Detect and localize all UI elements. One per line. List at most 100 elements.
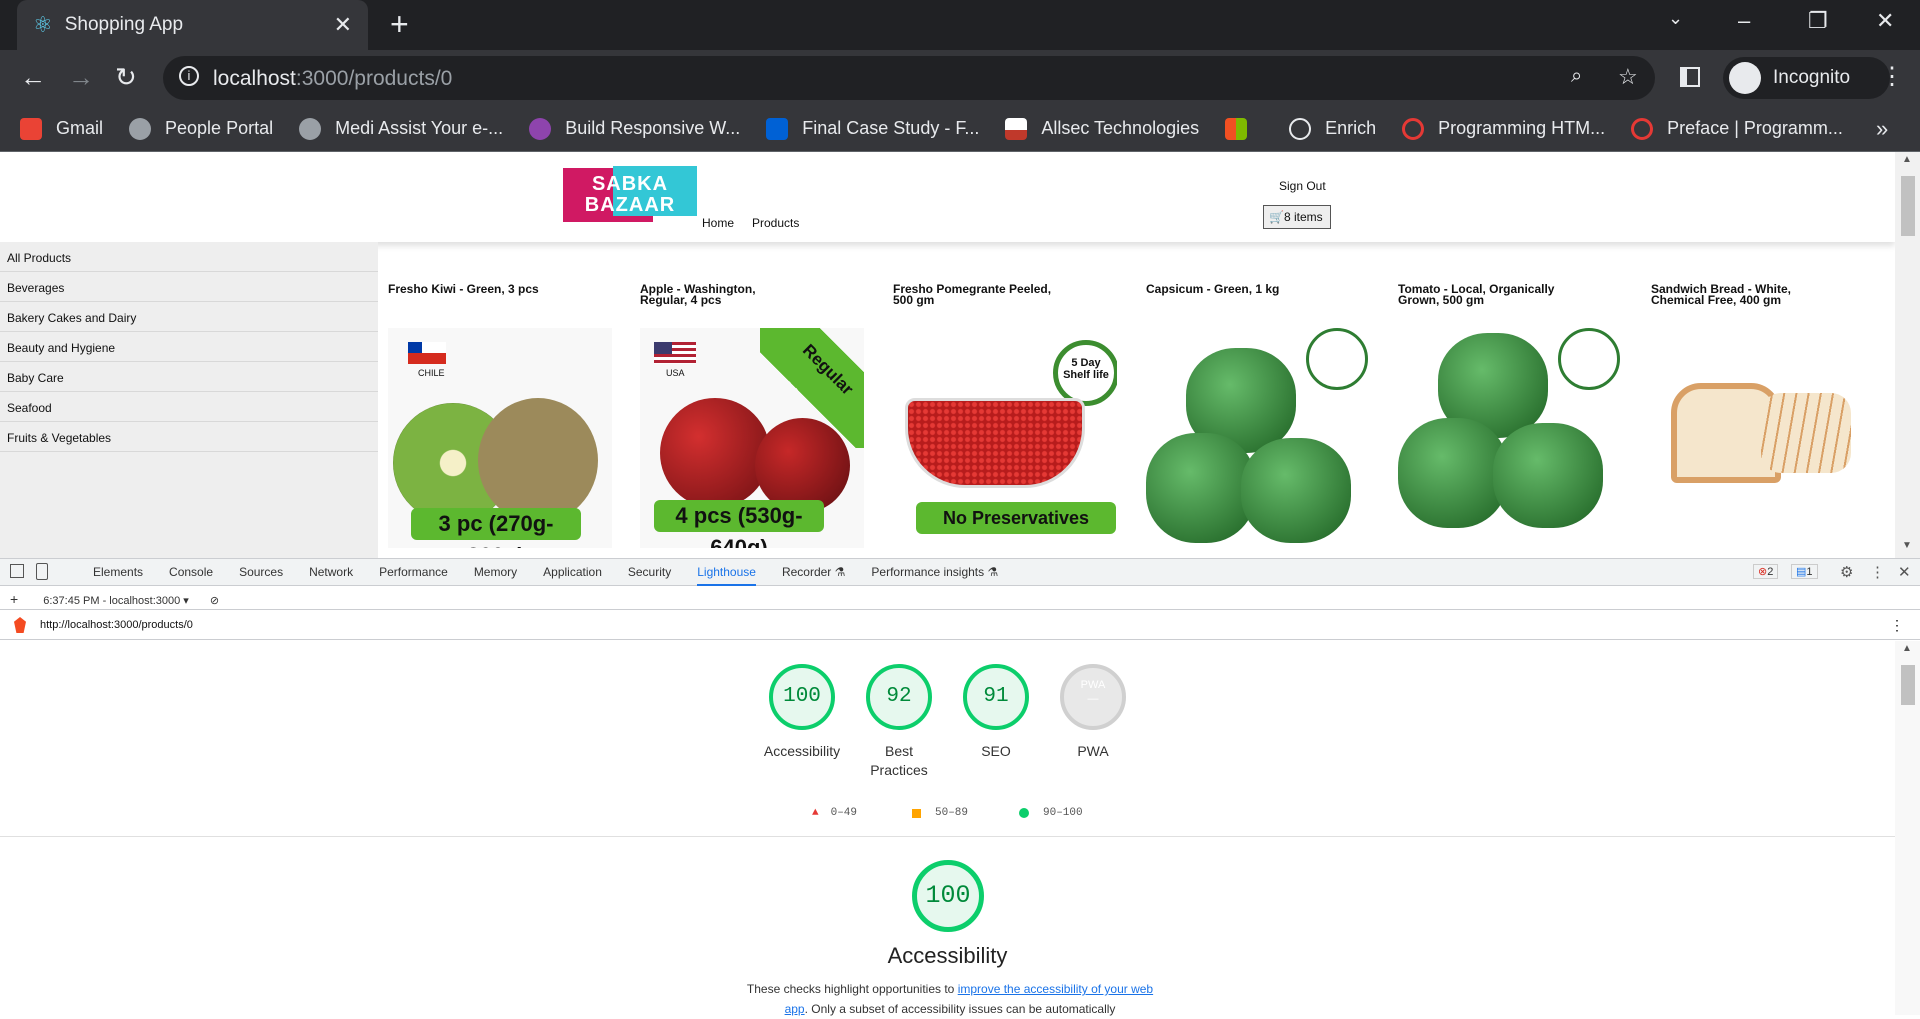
product-card[interactable]: Fresho Pomegrante Peeled, 500 gm 5 Day S… <box>883 283 1119 548</box>
close-devtools-icon[interactable]: ✕ <box>1898 563 1911 581</box>
bookmark-star-icon[interactable]: ☆ <box>1618 64 1638 90</box>
devtools-tab-security[interactable]: Security <box>628 559 671 586</box>
close-window-button[interactable]: ✕ <box>1876 8 1894 34</box>
sign-out-link[interactable]: Sign Out <box>1279 179 1326 193</box>
bookmark-build-responsive[interactable]: Build Responsive W... <box>529 117 740 140</box>
devtools-tab-recorder[interactable]: Recorder ⚗ <box>782 559 845 586</box>
inspect-element-icon[interactable] <box>10 564 24 578</box>
cart-button[interactable]: 🛒8 items <box>1263 205 1331 229</box>
bookmark-microsoft[interactable] <box>1225 117 1263 140</box>
product-image: 5 Day Shelf life No Preservatives <box>893 328 1117 548</box>
sabka-bazaar-logo[interactable]: SABKA BAZAAR <box>563 166 697 224</box>
report-menu-icon[interactable]: ⋮ <box>1890 617 1904 634</box>
nav-home-link[interactable]: Home <box>702 216 734 230</box>
product-card[interactable]: Apple - Washington, Regular, 4 pcs USA R… <box>630 283 866 548</box>
bookmark-people-portal[interactable]: People Portal <box>129 117 273 140</box>
devtools-tab-performance[interactable]: Performance <box>379 559 448 586</box>
score-gauge-seo[interactable]: 91 SEO <box>948 664 1044 761</box>
clear-reports-icon[interactable]: ⊘ <box>210 595 219 607</box>
product-card[interactable]: Tomato - Local, Organically Grown, 500 g… <box>1388 283 1624 548</box>
product-card[interactable]: Capsicum - Green, 1 kg <box>1136 282 1372 548</box>
score-gauge-best-practices[interactable]: 92 Best Practices <box>851 664 947 780</box>
report-selector[interactable]: 6:37:45 PM - localhost:3000 ▾ <box>43 595 189 607</box>
message-count-badge[interactable]: ▤1 <box>1791 564 1818 579</box>
site-info-icon[interactable]: i <box>179 66 199 86</box>
tab-search-icon[interactable]: ⌄ <box>1668 8 1683 29</box>
product-image <box>1651 328 1875 548</box>
browser-tab[interactable]: ⚛ Shopping App ✕ <box>17 0 368 50</box>
bookmark-allsec[interactable]: Allsec Technologies <box>1005 117 1199 140</box>
devtools-scrollbar[interactable]: ▲ <box>1895 641 1920 1015</box>
device-toolbar-icon[interactable] <box>36 563 48 580</box>
report-url[interactable]: http://localhost:3000/products/0 <box>40 619 193 631</box>
scroll-down-icon[interactable]: ▼ <box>1902 540 1912 551</box>
address-bar[interactable]: i localhost:3000/products/0 ⌕ ☆ <box>163 56 1655 100</box>
devtools-tab-elements[interactable]: Elements <box>93 559 143 586</box>
devtools-tab-sources[interactable]: Sources <box>239 559 283 586</box>
react-icon: ⚛ <box>33 12 53 37</box>
bookmarks-overflow-button[interactable]: » <box>1876 116 1888 142</box>
settings-gear-icon[interactable]: ⚙ <box>1840 563 1853 581</box>
bookmark-gmail[interactable]: Gmail <box>20 117 104 140</box>
score-gauge-pwa[interactable]: PWA — PWA <box>1045 664 1141 761</box>
new-report-icon[interactable]: + <box>10 591 18 607</box>
category-item[interactable]: Seafood <box>0 392 378 422</box>
tab-strip: ⚛ Shopping App ✕ + ⌄ – ❐ ✕ <box>0 0 1920 50</box>
score-label: SEO <box>981 743 1011 759</box>
nav-products-link[interactable]: Products <box>752 216 799 230</box>
bookmark-medi-assist[interactable]: Medi Assist Your e-... <box>299 117 503 140</box>
error-count-badge[interactable]: ⊗2 <box>1753 564 1779 579</box>
minimize-button[interactable]: – <box>1738 8 1750 34</box>
score-gauge-accessibility[interactable]: 100 Accessibility <box>754 664 850 761</box>
zoom-icon[interactable]: ⌕ <box>1571 65 1582 88</box>
browser-menu-icon[interactable]: ⋮ <box>1880 62 1904 92</box>
incognito-profile-button[interactable]: Incognito <box>1723 57 1890 99</box>
bookmark-enrich[interactable]: Enrich <box>1289 117 1376 140</box>
close-tab-icon[interactable]: ✕ <box>334 12 352 38</box>
bookmark-programming-html[interactable]: Programming HTM... <box>1402 117 1606 140</box>
product-image <box>1398 328 1622 548</box>
reload-button[interactable]: ↻ <box>115 62 137 92</box>
product-card[interactable]: Fresho Kiwi - Green, 3 pcs CHILE 3 pc (2… <box>378 283 614 548</box>
category-item[interactable]: Baby Care <box>0 362 378 392</box>
scroll-thumb[interactable] <box>1901 176 1915 236</box>
category-item[interactable]: Fruits & Vegetables <box>0 422 378 452</box>
capsicum-illustration <box>1493 423 1603 528</box>
product-name: Capsicum - Green, 1 kg <box>1146 282 1280 296</box>
page-scrollbar[interactable]: ▲ ▼ <box>1895 152 1920 558</box>
opera-icon <box>1631 117 1654 140</box>
scroll-thumb[interactable] <box>1901 665 1915 705</box>
devtools-tab-memory[interactable]: Memory <box>474 559 517 586</box>
devtools-tab-console[interactable]: Console <box>169 559 213 586</box>
devtools-tab-lighthouse[interactable]: Lighthouse <box>697 559 756 586</box>
devtools-tab-network[interactable]: Network <box>309 559 353 586</box>
bookmark-preface[interactable]: Preface | Programm... <box>1631 117 1843 140</box>
restore-button[interactable]: ❐ <box>1808 8 1828 34</box>
category-item[interactable]: All Products <box>0 242 378 272</box>
new-tab-button[interactable]: + <box>390 8 409 40</box>
devtools-menu-icon[interactable]: ⋮ <box>1870 563 1885 581</box>
scroll-up-icon[interactable]: ▲ <box>1902 154 1912 165</box>
bookmark-final-case-study[interactable]: Final Case Study - F... <box>766 117 979 140</box>
back-button[interactable]: ← <box>20 62 46 92</box>
category-item[interactable]: Bakery Cakes and Dairy <box>0 302 378 332</box>
bookmark-label: Gmail <box>56 118 104 138</box>
browser-toolbar: ← → ↻ i localhost:3000/products/0 ⌕ ☆ In… <box>0 50 1920 106</box>
capsicum-illustration <box>1146 433 1256 543</box>
category-item[interactable]: Beauty and Hygiene <box>0 332 378 362</box>
bookmark-label: Programming HTM... <box>1438 118 1606 138</box>
accessibility-score: 100 <box>912 860 984 932</box>
devtools-tab-bar: Elements Console Sources Network Perform… <box>0 559 1920 586</box>
microsoft-icon <box>1225 117 1248 140</box>
shelf-life-text: 5 Day Shelf life <box>1063 357 1109 381</box>
side-panel-icon[interactable] <box>1680 67 1700 87</box>
bookmarks-bar: Gmail People Portal Medi Assist Your e-.… <box>0 106 1920 152</box>
scroll-up-icon[interactable]: ▲ <box>1902 643 1912 654</box>
error-icon: ⊗ <box>1758 566 1768 578</box>
section-title: Accessibility <box>887 943 1008 968</box>
forward-button[interactable]: → <box>68 62 94 92</box>
product-card[interactable]: Sandwich Bread - White, Chemical Free, 4… <box>1641 283 1877 548</box>
devtools-tab-application[interactable]: Application <box>543 559 602 586</box>
devtools-tab-performance-insights[interactable]: Performance insights ⚗ <box>871 559 998 586</box>
category-item[interactable]: Beverages <box>0 272 378 302</box>
